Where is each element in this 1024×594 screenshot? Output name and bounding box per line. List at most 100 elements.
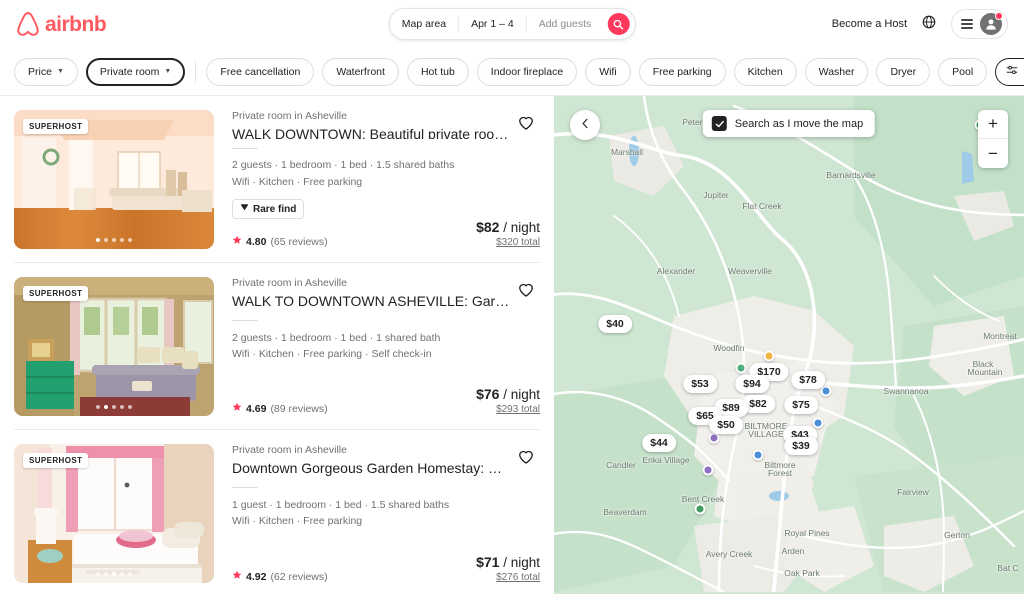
poi-transit-icon[interactable] xyxy=(813,418,824,429)
poi-shop-icon[interactable] xyxy=(703,465,714,476)
star-icon xyxy=(232,402,242,415)
filter-bar: Price ▼ Private room ▼ Free cancellation… xyxy=(0,48,1024,96)
map-canvas[interactable] xyxy=(554,96,1024,592)
map-place-label: Marshall xyxy=(611,147,643,157)
map-place-label: Bent Creek xyxy=(682,494,725,504)
listing-photo[interactable]: SUPERHOST xyxy=(14,444,214,583)
map-back-button[interactable] xyxy=(570,110,600,140)
save-to-wishlist-button[interactable] xyxy=(516,112,536,132)
poi-shop-icon[interactable] xyxy=(709,433,720,444)
photo-carousel-dots[interactable] xyxy=(96,572,132,576)
airbnb-logo[interactable]: airbnb xyxy=(16,11,106,37)
listing-info: Private room in Asheville WALK DOWNTOWN:… xyxy=(232,110,540,248)
listing-kicker: Private room in Asheville xyxy=(232,277,540,289)
poi-transit-icon[interactable] xyxy=(821,386,832,397)
user-avatar-icon xyxy=(980,13,1002,35)
listing-details: 1 guest · 1 bedroom · 1 bed · 1.5 shared… xyxy=(232,497,540,513)
listing-photo[interactable]: SUPERHOST xyxy=(14,110,214,249)
rating-score: 4.92 xyxy=(246,571,266,583)
map-panel[interactable]: PetersburgMarshallBarnardsvilleJupiterFl… xyxy=(554,96,1024,594)
main-content: SUPERHOST Private room in Asheville WALK… xyxy=(0,96,1024,594)
map-price-marker[interactable]: $50 xyxy=(709,416,743,434)
map-place-label: Beaverdam xyxy=(603,507,646,517)
poi-transit-icon[interactable] xyxy=(753,450,764,461)
map-price-marker[interactable]: $53 xyxy=(683,375,717,393)
listing-price-unit: / night xyxy=(503,555,540,570)
filter-chip-wifi[interactable]: Wifi xyxy=(585,58,631,86)
map-price-marker[interactable]: $40 xyxy=(598,315,632,333)
listing-photo[interactable]: SUPERHOST xyxy=(14,277,214,416)
search-as-i-move-checkbox[interactable] xyxy=(712,116,727,131)
hamburger-icon xyxy=(961,19,973,29)
listing-footer: 4.80 (65 reviews) $82 / night $320 total xyxy=(232,219,540,248)
search-as-i-move-toggle[interactable]: Search as I move the map xyxy=(703,110,875,137)
filter-chip-free-parking[interactable]: Free parking xyxy=(639,58,726,86)
map-place-label: Forest xyxy=(768,468,792,478)
listing-total-price[interactable]: $276 total xyxy=(476,572,540,583)
become-a-host-link[interactable]: Become a Host xyxy=(832,18,907,30)
map-zoom-out-button[interactable]: − xyxy=(978,139,1008,168)
map-place-label: Jupiter xyxy=(703,190,729,200)
globe-icon xyxy=(922,15,936,34)
filter-chip-kitchen[interactable]: Kitchen xyxy=(734,58,797,86)
listing-price-unit: / night xyxy=(503,220,540,235)
search-guests[interactable]: Add guests xyxy=(527,9,604,39)
search-dates[interactable]: Apr 1 – 4 xyxy=(459,9,526,39)
filters-button[interactable]: Filters 1 xyxy=(995,58,1024,86)
map-place-label: Flat Creek xyxy=(742,201,781,211)
checkmark-icon xyxy=(714,119,724,129)
filter-chip-dryer[interactable]: Dryer xyxy=(876,58,930,86)
save-to-wishlist-button[interactable] xyxy=(516,446,536,466)
filter-chip-free-cancellation[interactable]: Free cancellation xyxy=(206,58,314,86)
listing-total-price[interactable]: $320 total xyxy=(476,237,540,248)
rare-find-gem-icon xyxy=(240,203,249,215)
search-location[interactable]: Map area xyxy=(390,9,458,39)
map-price-marker[interactable]: $94 xyxy=(735,375,769,393)
map-zoom-in-button[interactable]: + xyxy=(978,110,1008,139)
listing-total-price[interactable]: $293 total xyxy=(476,404,540,415)
heart-outline-icon xyxy=(516,446,536,466)
chevron-left-icon xyxy=(580,116,591,134)
listing-details: 2 guests · 1 bedroom · 1 bed · 1 shared … xyxy=(232,330,540,346)
listing-amenities: Wifi · Kitchen · Free parking xyxy=(232,174,540,190)
search-submit-button[interactable] xyxy=(607,13,629,35)
map-price-marker[interactable]: $78 xyxy=(791,371,825,389)
language-globe-button[interactable] xyxy=(917,12,941,36)
notification-badge xyxy=(995,12,1003,20)
listing-title[interactable]: Downtown Gorgeous Garden Homestay: Priva… xyxy=(232,460,540,478)
listing-card[interactable]: SUPERHOST Private room in Asheville Down… xyxy=(14,430,540,594)
save-to-wishlist-button[interactable] xyxy=(516,279,536,299)
listing-title[interactable]: WALK DOWNTOWN: Beautiful private room in… xyxy=(232,126,540,139)
filter-chip-price-label: Price xyxy=(28,66,52,78)
filter-chip-hot-tub[interactable]: Hot tub xyxy=(407,58,469,86)
filter-chip-price[interactable]: Price ▼ xyxy=(14,58,78,86)
listing-card[interactable]: SUPERHOST Private room in Asheville WALK… xyxy=(14,263,540,430)
poi-food-icon[interactable] xyxy=(764,351,775,362)
rating-score: 4.69 xyxy=(246,403,266,415)
poi-park-icon[interactable] xyxy=(736,363,747,374)
filter-chip-washer[interactable]: Washer xyxy=(805,58,869,86)
filter-chip-room-type[interactable]: Private room ▼ xyxy=(86,58,185,86)
listing-price-block: $76 / night $293 total xyxy=(476,386,540,415)
photo-carousel-dots[interactable] xyxy=(96,238,132,242)
review-count: (89 reviews) xyxy=(270,403,327,415)
filter-chip-pool[interactable]: Pool xyxy=(938,58,987,86)
listing-results-list[interactable]: SUPERHOST Private room in Asheville WALK… xyxy=(0,96,554,594)
search-bar[interactable]: Map area Apr 1 – 4 Add guests xyxy=(389,8,636,40)
map-zoom-controls[interactable]: + − xyxy=(978,110,1008,168)
chip-label: Washer xyxy=(819,66,855,78)
profile-menu-button[interactable] xyxy=(951,9,1008,39)
map-price-marker[interactable]: $39 xyxy=(784,437,818,455)
listing-price-block: $71 / night $276 total xyxy=(476,554,540,583)
listing-title[interactable]: WALK TO DOWNTOWN ASHEVILLE: Garden Home.… xyxy=(232,293,540,311)
listing-info: Private room in Asheville WALK TO DOWNTO… xyxy=(232,277,540,415)
photo-carousel-dots[interactable] xyxy=(96,405,132,409)
filter-chip-indoor-fireplace[interactable]: Indoor fireplace xyxy=(477,58,577,86)
listing-card[interactable]: SUPERHOST Private room in Asheville WALK… xyxy=(14,96,540,263)
site-header: airbnb Map area Apr 1 – 4 Add guests Bec… xyxy=(0,0,1024,48)
filter-chip-waterfront[interactable]: Waterfront xyxy=(322,58,399,86)
search-icon xyxy=(613,19,624,30)
map-price-marker[interactable]: $75 xyxy=(784,396,818,414)
poi-park-icon[interactable] xyxy=(695,504,706,515)
map-price-marker[interactable]: $44 xyxy=(642,434,676,452)
